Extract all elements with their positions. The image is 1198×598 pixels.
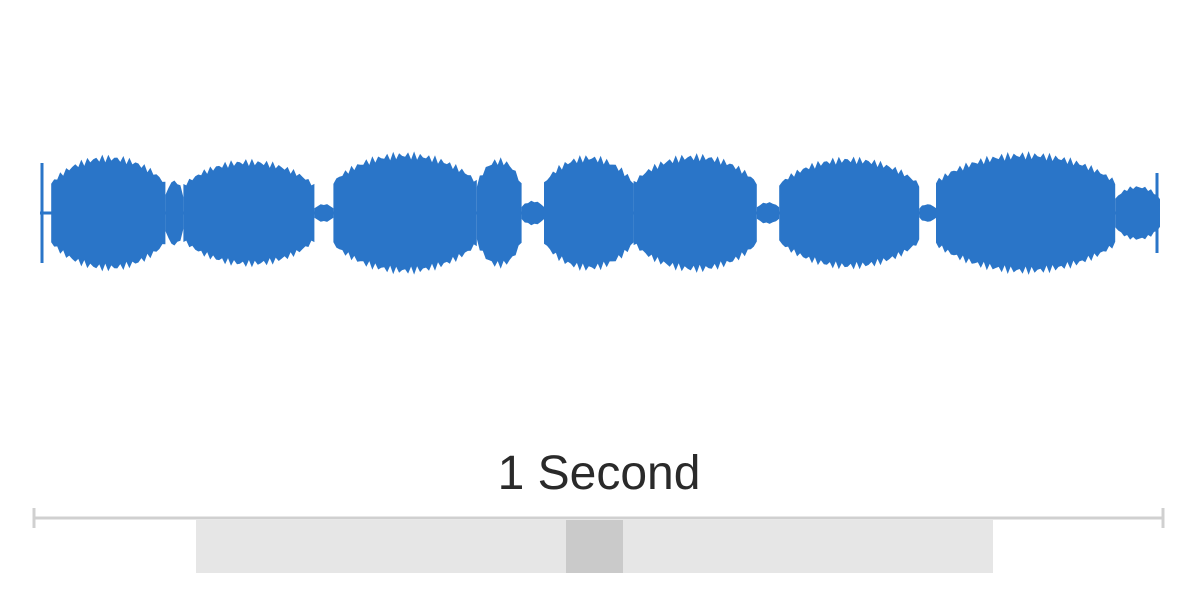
- audio-waveform: [40, 151, 1160, 275]
- scale-label: 1 Second: [497, 447, 701, 500]
- time-window-highlight: [566, 520, 623, 573]
- waveform-diagram: [32, 151, 1165, 528]
